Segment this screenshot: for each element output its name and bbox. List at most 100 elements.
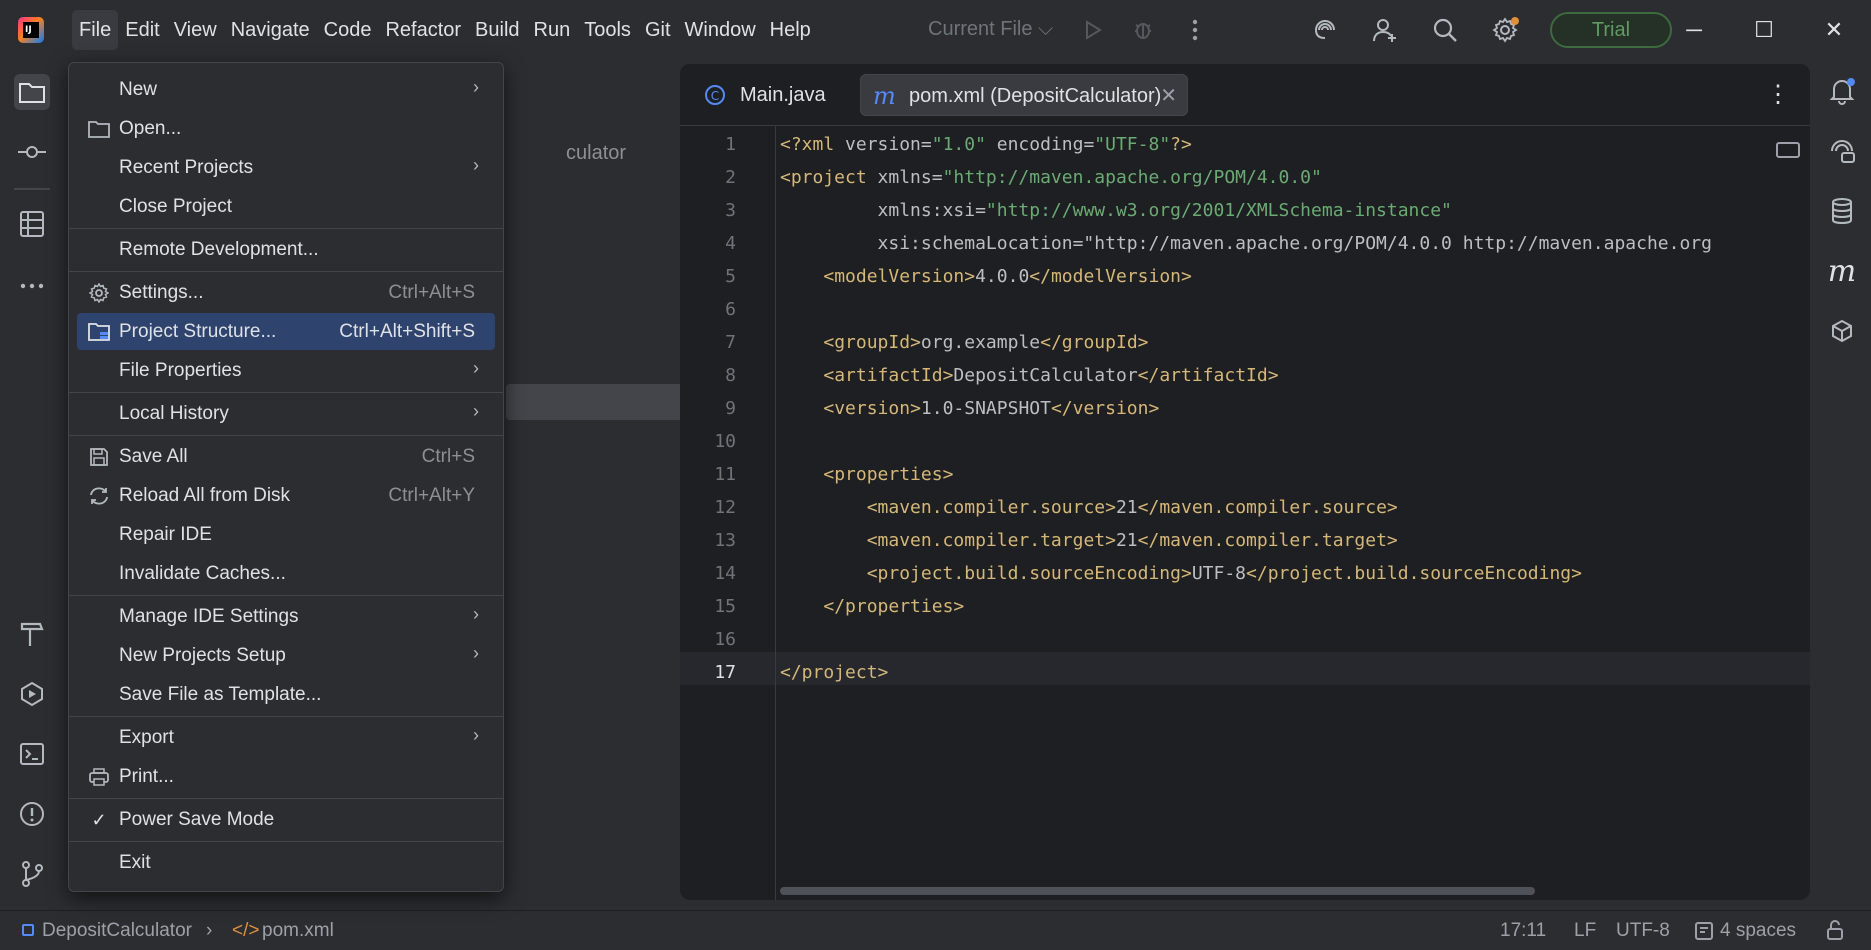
caret-position[interactable]: 17:11 [1500,920,1546,942]
code-line: <maven.compiler.source>21</maven.compile… [866,497,1398,518]
settings-gear-icon[interactable] [1490,15,1520,45]
tab-pom-xml[interactable]: m pom.xml (DepositCalculator) ✕ [860,74,1188,116]
menu-item-label: Manage IDE Settings [119,606,299,627]
maven-icon: m [873,82,896,110]
code-line: </properties> [823,596,965,617]
search-icon[interactable] [1430,15,1460,45]
menu-separator [69,716,503,717]
menu-item-file-properties[interactable]: File Properties › [77,352,495,389]
menu-item-manage-ide-settings[interactable]: Manage IDE Settings › [77,598,495,635]
menu-item-new-projects-setup[interactable]: New Projects Setup › [77,637,495,674]
project-tree-text: culator [566,142,627,164]
menu-edit[interactable]: Edit [118,10,166,50]
close-window-icon[interactable]: ✕ [1814,14,1854,46]
code-line: <project xmlns="http://maven.apache.org/… [780,167,1322,188]
ide-window: IJ File Edit View Navigate Code Refactor… [0,0,1871,950]
menu-item-label: Exit [119,852,151,873]
indent-icon [1694,921,1714,947]
app-logo[interactable]: IJ [18,17,44,43]
run-icon[interactable] [1078,15,1108,45]
menu-git[interactable]: Git [638,10,678,50]
code-line: <project.build.sourceEncoding>UTF-8</pro… [866,563,1582,584]
menu-item-export[interactable]: Export › [77,719,495,756]
menu-item-recent-projects[interactable]: Recent Projects › [77,149,495,186]
menu-tools[interactable]: Tools [577,10,638,50]
line-number: 9 [725,398,736,419]
menu-navigate[interactable]: Navigate [224,10,317,50]
lock-icon[interactable] [1824,919,1846,947]
close-tab-icon[interactable]: ✕ [1160,75,1177,117]
horizontal-scrollbar[interactable] [780,887,1535,895]
menu-item-label: Export [119,727,174,748]
project-folder-icon[interactable] [14,74,50,110]
menu-item-label: New Projects Setup [119,645,286,666]
menu-code[interactable]: Code [317,10,379,50]
commit-icon[interactable] [14,134,50,170]
menu-window[interactable]: Window [678,10,763,50]
terminal-icon[interactable] [14,736,50,772]
services-run-icon[interactable] [14,676,50,712]
run-configuration-selector[interactable]: Current File ⌵ [928,18,1053,41]
menu-item-save-file-as-template[interactable]: Save File as Template... [77,676,495,713]
notifications-bell-icon[interactable] [1825,74,1859,108]
menu-item-exit[interactable]: Exit [77,844,495,881]
menu-run[interactable]: Run [527,10,578,50]
chevron-right-icon: › [206,920,213,941]
folder-icon [87,117,111,141]
breadcrumb-file[interactable]: pom.xml [262,920,334,942]
gradle-icon[interactable] [1825,314,1859,348]
git-branch-icon[interactable] [14,856,50,892]
menu-item-new[interactable]: New › [77,71,495,108]
debug-icon[interactable] [1128,15,1158,45]
minimize-icon[interactable]: ─ [1674,14,1714,46]
menu-build[interactable]: Build [468,10,526,50]
menu-item-reload-all[interactable]: Reload All from Disk Ctrl+Alt+Y [77,477,495,514]
add-user-icon[interactable] [1370,15,1400,45]
code-line: <groupId>org.example</groupId> [823,332,1149,353]
menu-item-remote-development[interactable]: Remote Development... [77,231,495,268]
line-number: 1 [725,134,736,155]
tab-options-icon[interactable]: ⋮ [1766,80,1790,109]
menu-item-repair-ide[interactable]: Repair IDE [77,516,495,553]
menu-item-invalidate-caches[interactable]: Invalidate Caches... [77,555,495,592]
line-number-gutter: 1 2 3 4 5 6 7 8 9 10 11 12 13 14 15 16 1… [680,126,776,900]
menu-item-local-history[interactable]: Local History › [77,395,495,432]
indent-setting[interactable]: 4 spaces [1720,920,1796,942]
menu-item-close-project[interactable]: Close Project [77,188,495,225]
maven-tool-icon[interactable]: m [1825,254,1859,289]
build-hammer-icon[interactable] [14,616,50,652]
tab-label: pom.xml (DepositCalculator) [909,85,1162,107]
reader-mode-icon[interactable] [1776,142,1800,158]
check-icon: ✓ [91,809,107,830]
menu-item-label: Close Project [119,196,232,217]
more-tool-windows-icon[interactable] [14,268,50,304]
menu-item-open[interactable]: Open... [77,110,495,147]
structure-icon[interactable] [14,206,50,242]
menu-help[interactable]: Help [763,10,818,50]
trial-button[interactable]: Trial [1550,12,1672,48]
menu-item-power-save-mode[interactable]: ✓ Power Save Mode [77,801,495,838]
ai-assistant-icon[interactable] [1310,15,1340,45]
line-separator[interactable]: LF [1574,920,1596,942]
ai-chat-icon[interactable] [1825,134,1859,168]
menu-item-shortcut: Ctrl+S [421,446,475,467]
more-actions-icon[interactable] [1180,15,1210,45]
menu-item-save-all[interactable]: Save All Ctrl+S [77,438,495,475]
tab-main-java[interactable]: C Main.java [692,74,842,116]
code-line: <?xml version="1.0" encoding="UTF-8"?> [780,134,1192,155]
file-encoding[interactable]: UTF-8 [1616,920,1670,942]
menu-refactor[interactable]: Refactor [378,10,468,50]
database-icon[interactable] [1825,194,1859,228]
print-icon [87,765,111,789]
line-number: 2 [725,167,736,188]
submenu-arrow-icon: › [473,725,479,745]
left-tool-window-bar [0,60,62,910]
menu-file[interactable]: File [72,10,119,50]
menu-item-print[interactable]: Print... [77,758,495,795]
breadcrumb-project[interactable]: DepositCalculator [42,920,192,942]
menu-item-settings[interactable]: Settings... Ctrl+Alt+S [77,274,495,311]
problems-icon[interactable] [14,796,50,832]
menu-item-project-structure[interactable]: Project Structure... Ctrl+Alt+Shift+S [77,313,495,350]
menu-view[interactable]: View [167,10,224,50]
maximize-icon[interactable]: ☐ [1744,14,1784,46]
